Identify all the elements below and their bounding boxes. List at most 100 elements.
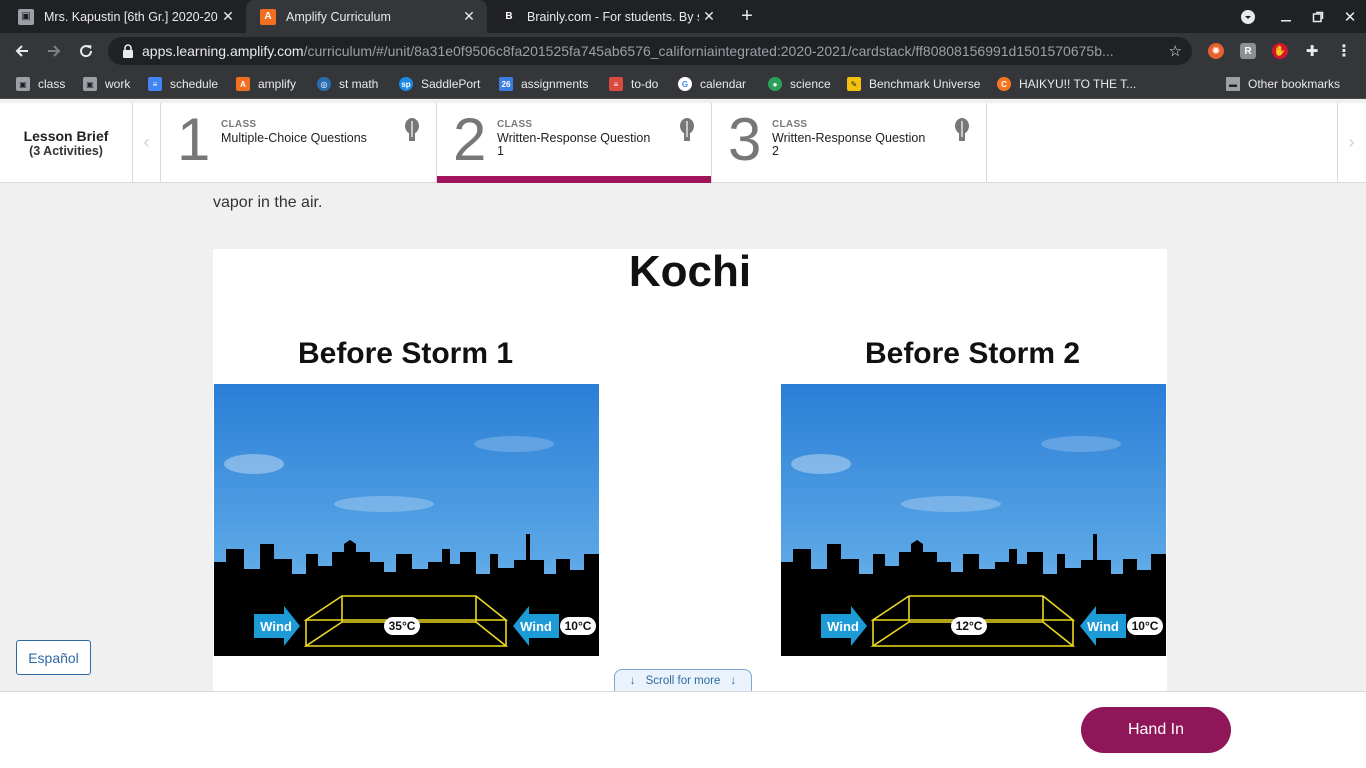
bookmark-class[interactable]: ▣ class [16,76,65,92]
lesson-brief-title: Lesson Brief [23,127,109,144]
panel-inside-temp: 35°C [389,619,416,633]
bookmark-other-bookmarks[interactable]: ▬ Other bookmarks [1226,76,1340,92]
active-tab-indicator [437,176,711,183]
panel-outside-temp: 10°C [1132,619,1159,633]
globe-icon: ● [768,77,782,91]
todoist-icon: ≡ [609,77,623,91]
docs-icon: ≡ [148,77,162,91]
scroll-for-more-button[interactable]: ↓ Scroll for more ↓ [614,669,752,691]
browser-tab-amplify[interactable]: A Amplify Curriculum ✕ [246,0,487,33]
activity-header: Lesson Brief (3 Activities) ‹ 1 CLASS Mu… [0,103,1366,183]
panel-wind-left-label: Wind [827,619,859,634]
activity-number: 1 [177,106,211,173]
question-text: vapor in the air. [213,194,323,211]
account-box-icon: ▣ [18,8,34,25]
google-icon: G [678,77,692,91]
arrow-down-icon: ↓ [629,674,636,687]
panel-wind-left-label: Wind [260,619,292,634]
crunchyroll-icon: C [997,77,1011,91]
extension-orange-icon[interactable]: ✺ [1208,43,1224,59]
folder-icon: ▬ [1226,77,1240,91]
lesson-brief-button[interactable]: Lesson Brief (3 Activities) [0,103,133,182]
bookmark-st-math[interactable]: ◎ st math [317,76,378,92]
previous-activity-button[interactable]: ‹ [133,103,161,182]
activity-title: Written-Response Question 1 [497,131,651,158]
panel-title-storm-2: Before Storm 2 [864,337,1081,370]
browser-tab-bar: ▣ Mrs. Kapustin [6th Gr.] 2020-2021 ✕ A … [0,0,1366,33]
url-text: apps.learning.amplify.com/curriculum/#/u… [142,43,1114,59]
bookmark-calendar[interactable]: Gcalendar [678,76,746,92]
browser-tab-kapustin[interactable]: ▣ Mrs. Kapustin [6th Gr.] 2020-2021 ✕ [0,0,246,33]
account-box-icon: ▣ [83,77,97,91]
close-icon[interactable]: ✕ [699,8,719,25]
brainly-icon: B [505,11,513,22]
activity-number: 3 [728,106,762,173]
bookmark-benchmark-universe[interactable]: ✎ Benchmark Universe [847,76,980,92]
arrow-down-icon: ↓ [730,674,737,687]
reload-icon[interactable] [72,37,100,65]
forward-icon[interactable] [40,37,68,65]
menu-dots-icon[interactable]: ⋮ [1336,43,1352,60]
activity-title: Multiple-Choice Questions [221,131,367,145]
benchmark-icon: ✎ [847,77,861,91]
bookmark-star-icon[interactable]: ☆ [1169,42,1182,60]
lightbulb-icon [404,117,420,150]
bookmarks-bar: ▣ class ▣ work ≡ schedule Aamplify ◎ st math… [0,69,1366,99]
lock-icon[interactable] [122,44,134,58]
close-icon[interactable]: ✕ [459,8,479,25]
back-icon[interactable] [8,37,36,65]
panel-wind-right-label: Wind [1087,619,1119,634]
espanol-button[interactable]: Español [16,640,91,675]
extension-hand-icon[interactable]: ✋ [1272,43,1288,59]
amplify-icon: A [260,8,276,25]
activity-tab-1[interactable]: 1 CLASS Multiple-Choice Questions [161,103,437,182]
bookmark-science[interactable]: ● science [768,76,831,92]
panel-storm-1: Wind Wind 35°C 10°C [214,384,599,656]
footer-bar: Hand In [0,691,1366,768]
scroll-for-more-label: Scroll for more [645,674,721,687]
window-close-icon[interactable]: ✕ [1334,0,1366,33]
plus-icon[interactable]: + [731,0,763,33]
activity-tab-3[interactable]: 3 CLASS Written-Response Question 2 [712,103,987,182]
puzzle-icon[interactable]: ✚ [1304,43,1320,60]
calendar-26-icon: 26 [499,77,513,91]
restore-icon[interactable] [1302,0,1334,33]
next-activity-button[interactable]: › [1337,103,1365,182]
saddleport-icon: sp [399,77,413,91]
panel-wind-right-label: Wind [520,619,552,634]
panel-outside-temp: 10°C [565,619,592,633]
lightbulb-icon [679,117,695,150]
kochi-figure: Kochi Before Storm 1 Wind Wind 35°C 10°C… [213,247,1167,691]
bookmark-schedule[interactable]: ≡ schedule [148,76,218,92]
activity-tab-2[interactable]: 2 CLASS Written-Response Question 1 [437,103,712,183]
chevron-left-icon: ‹ [143,132,150,152]
panel-title-storm-1: Before Storm 1 [297,337,514,370]
browser-toolbar: apps.learning.amplify.com/curriculum/#/u… [0,33,1366,69]
bookmark-saddleport[interactable]: sp SaddlePort [399,76,480,92]
activity-kicker: CLASS [497,119,533,130]
tab-search-icon[interactable] [1232,0,1264,33]
address-bar[interactable]: apps.learning.amplify.com/curriculum/#/u… [108,37,1192,65]
figure-title: Kochi [628,247,752,296]
lightbulb-icon [954,117,970,150]
bookmark-to-do[interactable]: ≡ to-do [609,76,658,92]
bookmark-amplify[interactable]: Aamplify [236,76,296,92]
activity-kicker: CLASS [221,119,257,130]
bookmark-assignments[interactable]: 26 assignments [499,76,588,92]
bookmark-haikyu[interactable]: C HAIKYU!! TO THE T... [997,76,1136,92]
close-icon[interactable]: ✕ [218,8,238,25]
chevron-right-icon: › [1348,132,1355,152]
bookmark-work[interactable]: ▣ work [83,76,130,92]
hand-in-button[interactable]: Hand In [1081,707,1231,753]
minimize-icon[interactable] [1270,0,1302,33]
account-box-icon: ▣ [16,77,30,91]
stmath-icon: ◎ [317,77,331,91]
tab-title: Mrs. Kapustin [6th Gr.] 2020-2021 [44,9,218,24]
activity-kicker: CLASS [772,119,808,130]
lesson-brief-count: (3 Activities) [29,143,103,158]
amplify-icon: A [236,77,250,91]
activity-content[interactable]: vapor in the air. Kochi Before Storm 1 W… [0,184,1366,691]
extension-r-icon[interactable]: R [1240,43,1256,59]
browser-tab-brainly[interactable]: B Brainly.com - For students. By student… [487,0,727,33]
tab-title: Amplify Curriculum [286,9,391,24]
